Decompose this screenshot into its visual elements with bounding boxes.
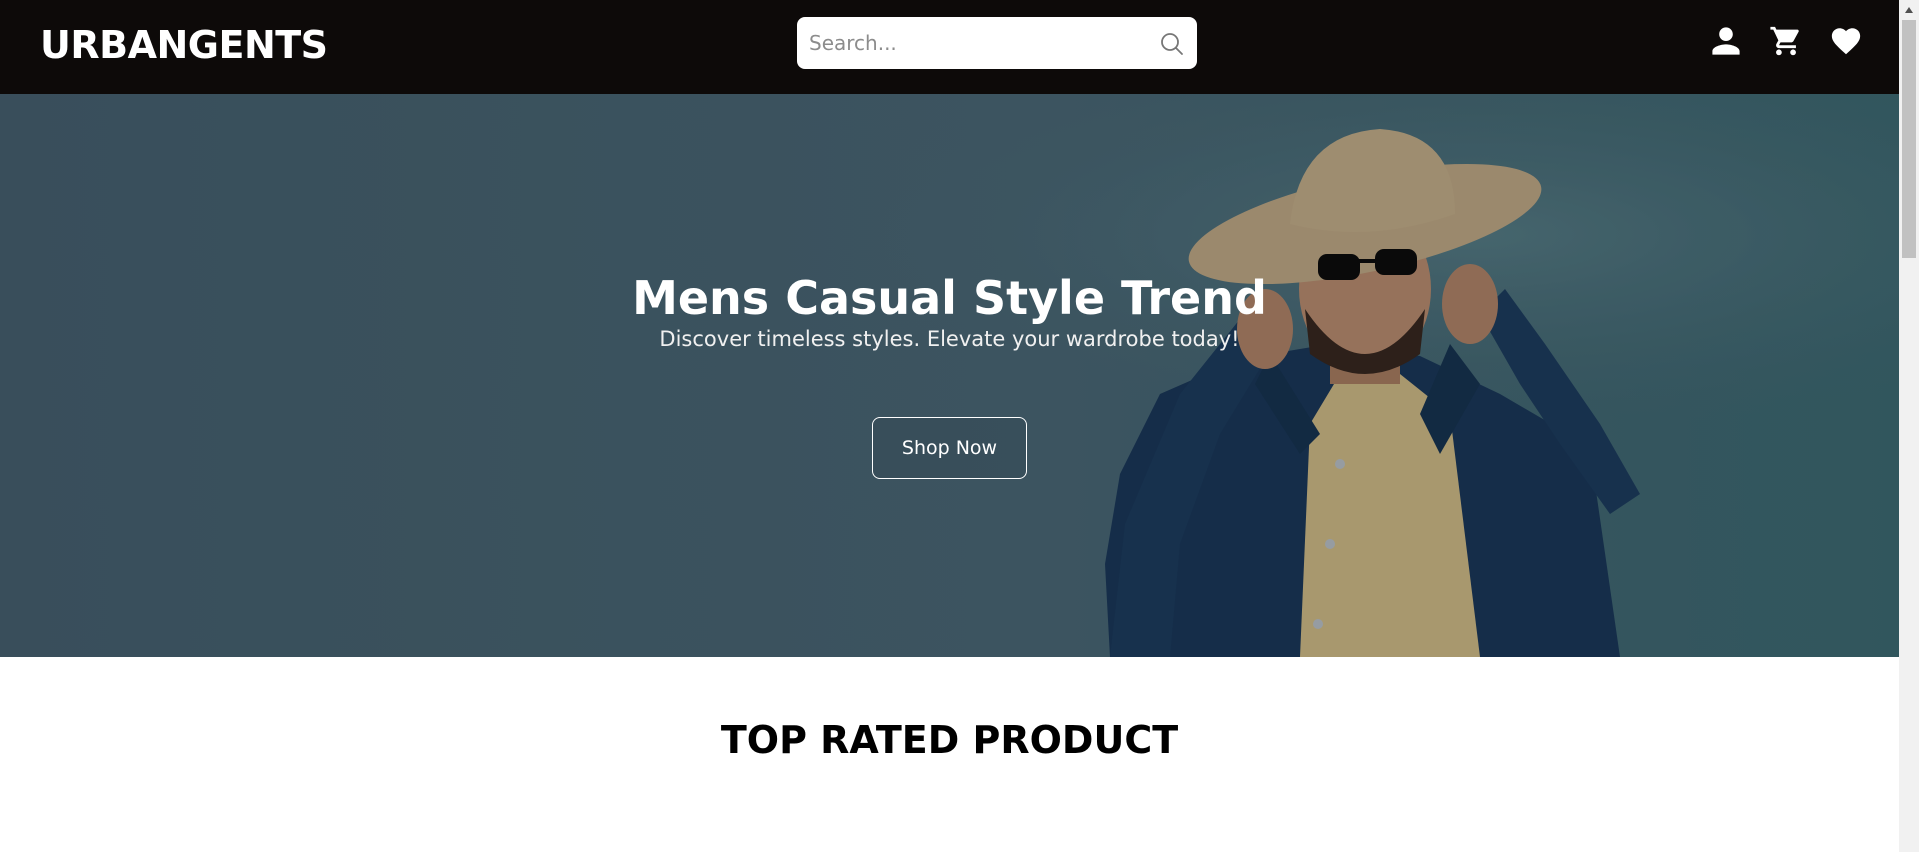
search-input[interactable] xyxy=(807,17,1137,69)
scroll-up-arrow-icon[interactable] xyxy=(1899,0,1919,20)
hero-image xyxy=(0,94,1899,657)
top-rated-title: TOP RATED PRODUCT xyxy=(720,718,1179,762)
scrollbar-thumb[interactable] xyxy=(1902,20,1916,258)
heart-icon[interactable] xyxy=(1829,24,1863,58)
brand-logo[interactable]: URBANGENTS xyxy=(40,22,328,68)
vertical-scrollbar[interactable] xyxy=(1899,0,1919,852)
search-icon[interactable] xyxy=(1159,31,1185,57)
hero-title: Mens Casual Style Trend xyxy=(632,271,1267,325)
hero-banner: Mens Casual Style Trend Discover timeles… xyxy=(0,94,1899,657)
cart-icon[interactable] xyxy=(1769,24,1803,58)
shop-now-button[interactable]: Shop Now xyxy=(872,417,1027,479)
user-icon[interactable] xyxy=(1709,24,1743,58)
page: URBANGENTS Search... Mens Casual Style T… xyxy=(0,0,1919,852)
top-navbar: URBANGENTS xyxy=(0,0,1899,94)
hero-subtitle: Discover timeless styles. Elevate your w… xyxy=(659,327,1240,351)
search-box xyxy=(797,17,1197,69)
